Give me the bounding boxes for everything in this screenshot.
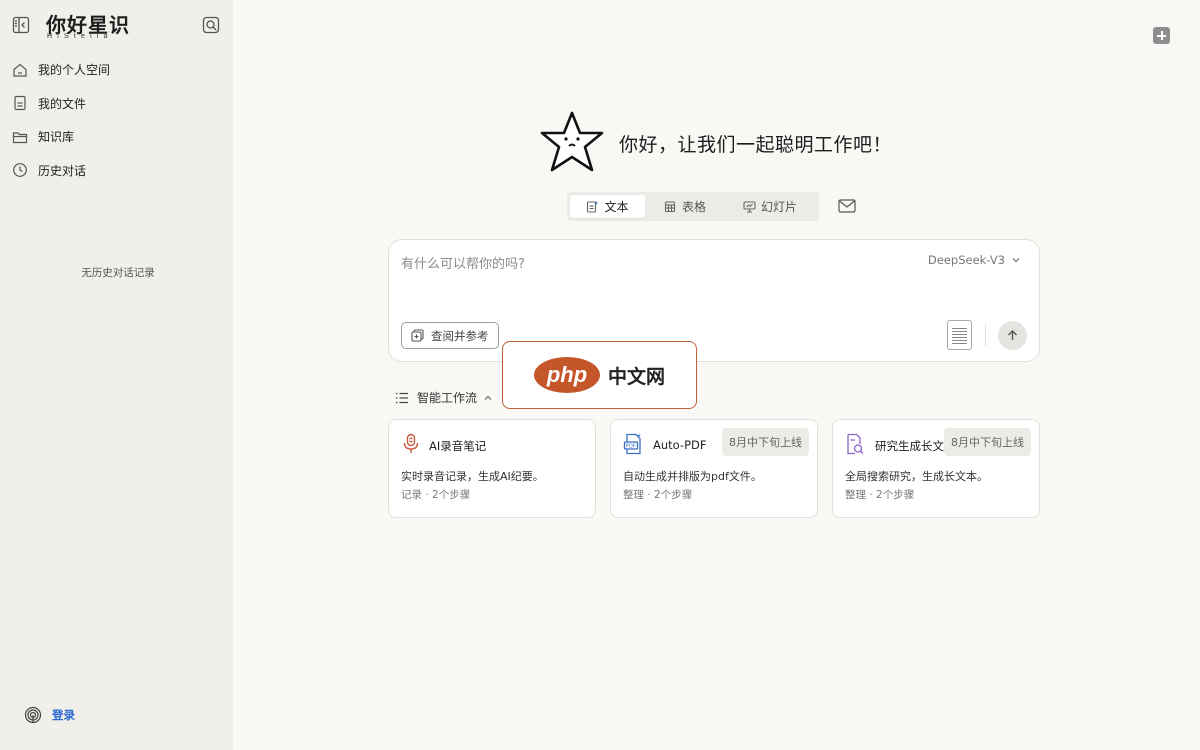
new-chat-button[interactable]	[1153, 27, 1170, 44]
mail-icon[interactable]	[838, 199, 856, 213]
add-reference-icon	[411, 329, 424, 342]
slides-icon	[743, 201, 756, 213]
hero: 你好，让我们一起聪明工作吧！	[537, 108, 892, 178]
workflow-card-desc: 自动生成并排版为pdf文件。	[623, 470, 762, 483]
sidebar-item-label: 知识库	[38, 130, 75, 145]
file-icon	[14, 96, 26, 111]
sidebar-item-label: 我的文件	[38, 96, 87, 111]
model-select-label: DeepSeek-V3	[927, 253, 1005, 267]
microphone-icon	[403, 433, 419, 453]
sidebar-nav: 我的个人空间 我的文件 知识库 历史对话	[0, 53, 233, 187]
composer: DeepSeek-V3 查阅并参考	[388, 239, 1040, 362]
arrow-up-icon	[1008, 330, 1017, 340]
sidebar: 你好星识 HiStella 我的个人空间 我的文件 知识库 历史对话 无历史对话…	[0, 0, 233, 750]
login-button[interactable]: 登录	[24, 706, 75, 724]
tab-text[interactable]: 文本	[570, 195, 645, 218]
search-icon[interactable]	[202, 16, 220, 34]
workflow-card-name: Auto-PDF	[653, 438, 707, 452]
brand-row: 你好星识 HiStella	[0, 0, 233, 50]
mode-tabs: 文本 表格 幻灯片	[567, 192, 819, 221]
sidebar-toggle-icon[interactable]	[12, 16, 30, 34]
reference-button[interactable]: 查阅并参考	[401, 322, 499, 349]
sidebar-item-label: 历史对话	[38, 163, 87, 178]
tab-table[interactable]: 表格	[645, 195, 725, 218]
tab-text-label: 文本	[604, 200, 629, 214]
workflow-toggle[interactable]: 智能工作流	[395, 389, 493, 406]
sidebar-item-my-files[interactable]: 我的文件	[0, 87, 233, 121]
composer-divider	[985, 324, 986, 346]
sidebar-item-knowledge-base[interactable]: 知识库	[0, 120, 233, 154]
reference-button-label: 查阅并参考	[431, 328, 489, 343]
prompt-input[interactable]	[401, 252, 881, 276]
text-doc-icon	[587, 201, 599, 213]
watermark-logo: php	[533, 357, 600, 393]
sidebar-item-history[interactable]: 历史对话	[0, 154, 233, 188]
coming-soon-badge: 8月中下旬上线	[722, 428, 809, 456]
pdf-icon: PDF	[623, 433, 641, 455]
star-mascot-icon	[540, 111, 604, 172]
workflow-card-ai-notes[interactable]: AI录音笔记 实时录音记录，生成AI纪要。 记录 · 2个步骤	[388, 419, 596, 518]
watermark: php 中文网	[502, 341, 697, 409]
document-button[interactable]	[947, 320, 972, 350]
send-button[interactable]	[998, 321, 1027, 350]
empty-history-text: 无历史对话记录	[81, 267, 155, 279]
greeting-text: 你好，让我们一起聪明工作吧！	[619, 133, 893, 156]
tab-slides[interactable]: 幻灯片	[725, 195, 815, 218]
sidebar-item-label: 我的个人空间	[38, 63, 111, 78]
svg-text:PDF: PDF	[626, 444, 636, 450]
table-icon	[664, 201, 676, 213]
model-select[interactable]: DeepSeek-V3	[928, 253, 1021, 267]
tab-table-label: 表格	[681, 200, 706, 214]
workflow-card-desc: 实时录音记录，生成AI纪要。	[401, 470, 544, 483]
sidebar-item-personal-space[interactable]: 我的个人空间	[0, 53, 233, 87]
workflow-card-auto-pdf[interactable]: PDF Auto-PDF 8月中下旬上线 自动生成并排版为pdf文件。 整理 ·…	[610, 419, 818, 518]
login-label: 登录	[52, 708, 75, 722]
workflow-card-meta: 记录 · 2个步骤	[401, 489, 471, 501]
chevron-up-icon	[484, 395, 492, 400]
workflow-card-name: AI录音笔记	[429, 439, 487, 453]
tab-slides-label: 幻灯片	[760, 200, 797, 214]
workflow-card-name: 研究生成长文	[875, 439, 944, 453]
workflow-card-desc: 全局搜索研究，生成长文本。	[845, 470, 988, 483]
fingerprint-icon	[24, 706, 42, 724]
list-icon	[396, 392, 408, 403]
chevron-down-icon	[1012, 258, 1020, 263]
workflow-card-research[interactable]: 研究生成长文 8月中下旬上线 全局搜索研究，生成长文本。 整理 · 2个步骤	[832, 419, 1040, 518]
folder-icon	[12, 132, 28, 143]
doc-search-icon	[847, 433, 864, 455]
workflow-title: 智能工作流	[417, 391, 478, 405]
workflow-card-meta: 整理 · 2个步骤	[623, 489, 693, 501]
home-icon	[13, 63, 27, 77]
watermark-text: 中文网	[607, 365, 665, 388]
brand-subtitle: HiStella	[47, 33, 113, 40]
clock-icon	[13, 163, 27, 178]
coming-soon-badge: 8月中下旬上线	[944, 428, 1031, 456]
workflow-card-meta: 整理 · 2个步骤	[845, 489, 915, 501]
